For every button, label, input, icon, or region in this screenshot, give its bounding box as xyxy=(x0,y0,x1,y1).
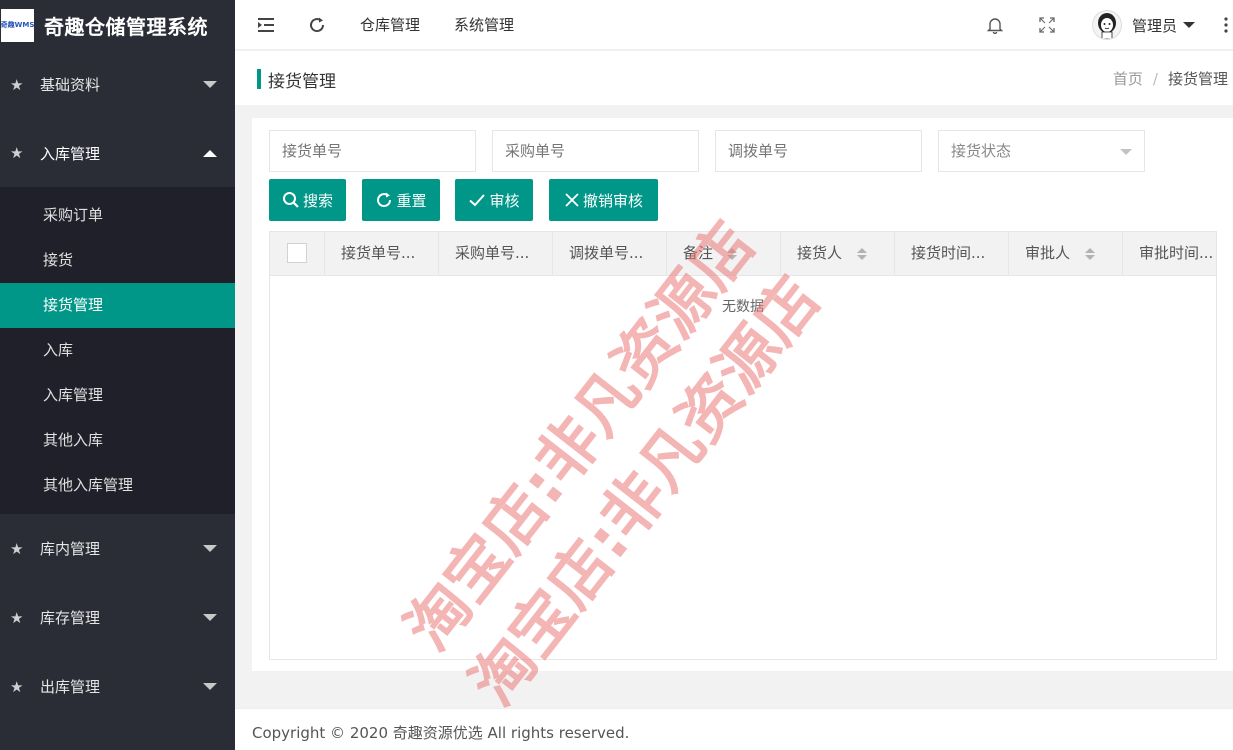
submenu-item-stock-in-management[interactable]: 入库管理 xyxy=(0,373,235,418)
column-transfer-no[interactable]: 调拨单号... xyxy=(553,232,667,276)
chevron-down-icon xyxy=(203,614,217,621)
column-header-label: 接货时间... xyxy=(911,244,986,262)
logo-image: 奇趣WMS xyxy=(1,8,34,42)
column-receipt-no[interactable]: 接货单号... xyxy=(325,232,439,276)
inbound-submenu: 采购订单 接货 接货管理 入库 入库管理 其他入库 其他入库管理 xyxy=(0,187,235,514)
chevron-down-icon xyxy=(1120,149,1132,155)
column-header-label: 接货人 xyxy=(797,244,843,262)
refresh-icon[interactable] xyxy=(305,13,329,37)
fullscreen-icon[interactable] xyxy=(1035,13,1059,37)
menu-group-inventory[interactable]: ★ 库存管理 xyxy=(0,583,235,652)
receiving-table: 接货单号... 采购单号... 调拨单号... 备注 接货人 接货时间... 审… xyxy=(269,231,1217,660)
chevron-down-icon[interactable] xyxy=(1183,22,1195,28)
menu-group-label: 库内管理 xyxy=(40,540,101,558)
top-header: 仓库管理 系统管理 管理员 xyxy=(235,0,1233,50)
copyright-text: Copyright © 2020 奇趣资源优选 All rights reser… xyxy=(252,724,630,742)
star-icon: ★ xyxy=(10,75,24,94)
column-header-label: 接货单号... xyxy=(341,244,416,262)
column-approver[interactable]: 审批人 xyxy=(1009,232,1123,276)
sort-icon[interactable] xyxy=(727,248,737,260)
submenu-item-receiving-management[interactable]: 接货管理 xyxy=(0,283,235,328)
content-card: 接货状态 搜索 重置 审核 撤销审核 接货单号... 采购单号... 调拨单号.… xyxy=(252,118,1233,671)
submenu-item-other-stock-in[interactable]: 其他入库 xyxy=(0,418,235,463)
column-approve-time[interactable]: 审批时间... xyxy=(1123,232,1216,276)
breadcrumb-separator: / xyxy=(1152,70,1158,88)
receipt-no-input[interactable] xyxy=(269,130,476,172)
column-header-label: 审批时间... xyxy=(1139,244,1214,262)
avatar[interactable] xyxy=(1091,10,1122,40)
search-icon xyxy=(282,192,299,208)
column-header-label: 调拨单号... xyxy=(569,244,644,262)
chevron-down-icon xyxy=(203,683,217,690)
transfer-no-input[interactable] xyxy=(715,130,922,172)
column-header-label: 备注 xyxy=(683,244,714,262)
column-purchase-no[interactable]: 采购单号... xyxy=(439,232,553,276)
submenu-item-stock-in[interactable]: 入库 xyxy=(0,328,235,373)
menu-group-in-warehouse[interactable]: ★ 库内管理 xyxy=(0,514,235,583)
collapse-menu-icon[interactable] xyxy=(254,13,278,37)
reset-button-label: 重置 xyxy=(396,191,427,210)
table-header: 接货单号... 采购单号... 调拨单号... 备注 接货人 接货时间... 审… xyxy=(270,232,1216,276)
star-icon: ★ xyxy=(10,608,24,627)
bell-icon[interactable] xyxy=(983,13,1007,37)
receipt-status-placeholder: 接货状态 xyxy=(951,142,1012,160)
column-remark[interactable]: 备注 xyxy=(667,232,781,276)
cancel-approve-button[interactable]: 撤销审核 xyxy=(549,179,658,221)
page-title-bar: 接货管理 首页 / 接货管理 xyxy=(235,51,1233,105)
cancel-approve-button-label: 撤销审核 xyxy=(582,191,643,210)
column-header-label: 审批人 xyxy=(1025,244,1071,262)
column-receiver[interactable]: 接货人 xyxy=(781,232,895,276)
menu-group-inbound[interactable]: ★ 入库管理 xyxy=(0,119,235,187)
breadcrumb-current: 接货管理 xyxy=(1167,70,1228,88)
sidebar: 奇趣WMS 奇趣仓储管理系统 ★ 基础资料 ★ 入库管理 采购订单 接货 接货管… xyxy=(0,0,235,750)
logo-text: 奇趣WMS xyxy=(1,21,34,29)
select-all-column xyxy=(270,232,325,276)
page-title: 接货管理 xyxy=(268,72,336,92)
menu-group-label: 入库管理 xyxy=(40,144,101,163)
menu-group-label: 基础资料 xyxy=(40,76,101,94)
refresh-icon xyxy=(377,192,392,208)
check-icon xyxy=(469,194,486,207)
title-accent-bar xyxy=(257,69,261,89)
empty-table-message: 无数据 xyxy=(722,299,764,315)
header-right: 管理员 xyxy=(983,0,1233,50)
approve-button[interactable]: 审核 xyxy=(455,179,533,221)
star-icon: ★ xyxy=(10,539,24,558)
close-icon xyxy=(565,193,579,207)
search-button[interactable]: 搜索 xyxy=(269,179,346,221)
breadcrumb: 首页 / 接货管理 xyxy=(1113,68,1228,89)
column-header-label: 采购单号... xyxy=(455,244,530,262)
select-all-checkbox[interactable] xyxy=(287,243,307,263)
search-button-label: 搜索 xyxy=(302,191,333,210)
app-title: 奇趣仓储管理系统 xyxy=(44,14,208,39)
chevron-up-icon xyxy=(203,150,217,157)
chevron-down-icon xyxy=(203,545,217,552)
menu-group-label: 出库管理 xyxy=(40,678,101,696)
nav-system-management[interactable]: 系统管理 xyxy=(454,14,514,35)
approve-button-label: 审核 xyxy=(489,191,520,210)
user-name[interactable]: 管理员 xyxy=(1132,15,1177,36)
more-options-icon[interactable] xyxy=(1219,13,1233,37)
menu-group-basic-data[interactable]: ★ 基础资料 xyxy=(0,50,235,119)
column-receive-time[interactable]: 接货时间... xyxy=(895,232,1009,276)
star-icon: ★ xyxy=(10,144,24,162)
submenu-item-purchase-order[interactable]: 采购订单 xyxy=(0,193,235,238)
menu-group-outbound[interactable]: ★ 出库管理 xyxy=(0,652,235,721)
sort-icon[interactable] xyxy=(857,248,867,260)
sort-icon[interactable] xyxy=(1085,248,1095,260)
purchase-no-input[interactable] xyxy=(492,130,699,172)
submenu-item-receiving[interactable]: 接货 xyxy=(0,238,235,283)
chevron-down-icon xyxy=(203,81,217,88)
reset-button[interactable]: 重置 xyxy=(362,179,440,221)
star-icon: ★ xyxy=(10,677,24,696)
receipt-status-select[interactable]: 接货状态 xyxy=(938,130,1145,172)
nav-warehouse-management[interactable]: 仓库管理 xyxy=(360,14,420,35)
footer: Copyright © 2020 奇趣资源优选 All rights reser… xyxy=(235,708,1233,750)
submenu-item-other-stock-in-management[interactable]: 其他入库管理 xyxy=(0,463,235,508)
breadcrumb-home[interactable]: 首页 xyxy=(1113,70,1143,88)
logo[interactable]: 奇趣WMS 奇趣仓储管理系统 xyxy=(0,0,235,50)
menu-group-label: 库存管理 xyxy=(40,609,101,627)
